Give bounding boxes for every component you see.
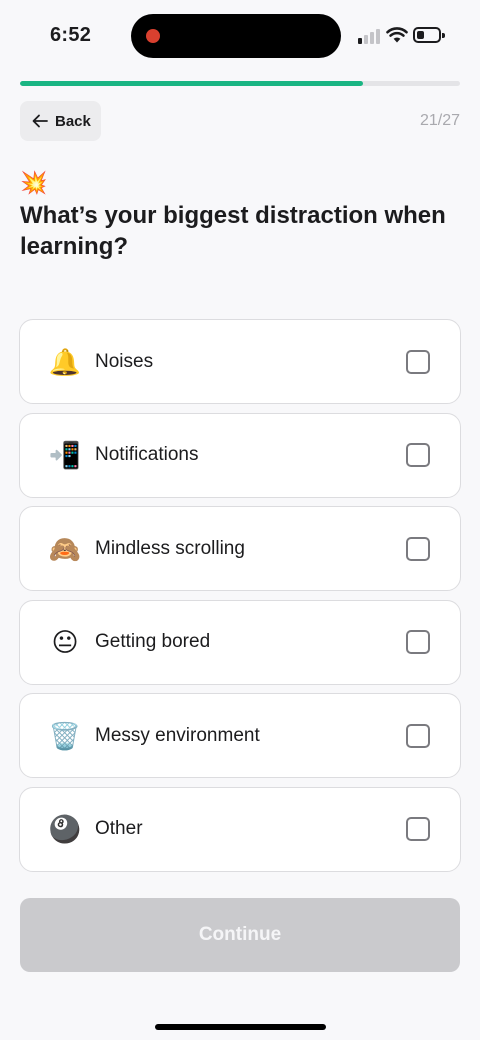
continue-button[interactable]: Continue bbox=[20, 898, 460, 972]
option-checkbox[interactable] bbox=[406, 349, 430, 374]
phone-arrow-emoji-icon: 📲 bbox=[48, 440, 82, 471]
option-label: Notifications bbox=[95, 444, 199, 466]
step-counter: 21/27 bbox=[419, 112, 460, 129]
see-no-evil-monkey-emoji-icon: 🙈 bbox=[48, 533, 82, 564]
option-mindless-scrolling[interactable]: 🙈 Mindless scrolling bbox=[19, 506, 461, 592]
back-button-label: Back bbox=[55, 112, 91, 130]
collision-emoji-icon: 💥 bbox=[20, 170, 48, 195]
progress-bar bbox=[20, 81, 460, 86]
option-checkbox[interactable] bbox=[406, 817, 430, 842]
recording-indicator-icon bbox=[146, 29, 160, 43]
neutral-face-emoji-icon: 😐 bbox=[51, 627, 79, 658]
option-label: Messy environment bbox=[95, 724, 260, 746]
wastebasket-emoji-icon: 🗑️ bbox=[48, 720, 82, 751]
cellular-signal-icon bbox=[358, 28, 380, 44]
option-messy-environment[interactable]: 🗑️ Messy environment bbox=[19, 693, 461, 779]
home-indicator bbox=[155, 1024, 326, 1030]
options-list: 🔔 Noises 📲 Notifications 🙈 Mindless scro… bbox=[19, 319, 461, 881]
arrow-left-icon bbox=[32, 114, 48, 128]
option-noises[interactable]: 🔔 Noises bbox=[19, 319, 461, 404]
dynamic-island bbox=[131, 14, 341, 58]
option-label: Other bbox=[95, 818, 143, 840]
option-checkbox[interactable] bbox=[406, 630, 430, 655]
option-checkbox[interactable] bbox=[406, 536, 430, 561]
option-label: Noises bbox=[95, 350, 154, 372]
progress-fill bbox=[20, 81, 363, 86]
option-label: Mindless scrolling bbox=[95, 537, 245, 559]
option-checkbox[interactable] bbox=[406, 443, 430, 468]
option-checkbox[interactable] bbox=[406, 723, 430, 748]
status-time: 6:52 bbox=[50, 24, 92, 46]
question-title: What’s your biggest distraction when lea… bbox=[20, 202, 446, 260]
wifi-icon bbox=[386, 27, 408, 43]
eight-ball-emoji-icon: 🎱 bbox=[48, 814, 82, 845]
back-button[interactable]: Back bbox=[20, 101, 101, 141]
option-notifications[interactable]: 📲 Notifications bbox=[19, 412, 461, 498]
option-getting-bored[interactable]: 😐 Getting bored bbox=[19, 599, 461, 685]
option-other[interactable]: 🎱 Other bbox=[19, 786, 461, 872]
bell-emoji-icon: 🔔 bbox=[48, 346, 82, 377]
status-bar: 6:52 bbox=[0, 0, 480, 72]
battery-icon bbox=[413, 27, 445, 43]
option-label: Getting bored bbox=[95, 631, 211, 653]
